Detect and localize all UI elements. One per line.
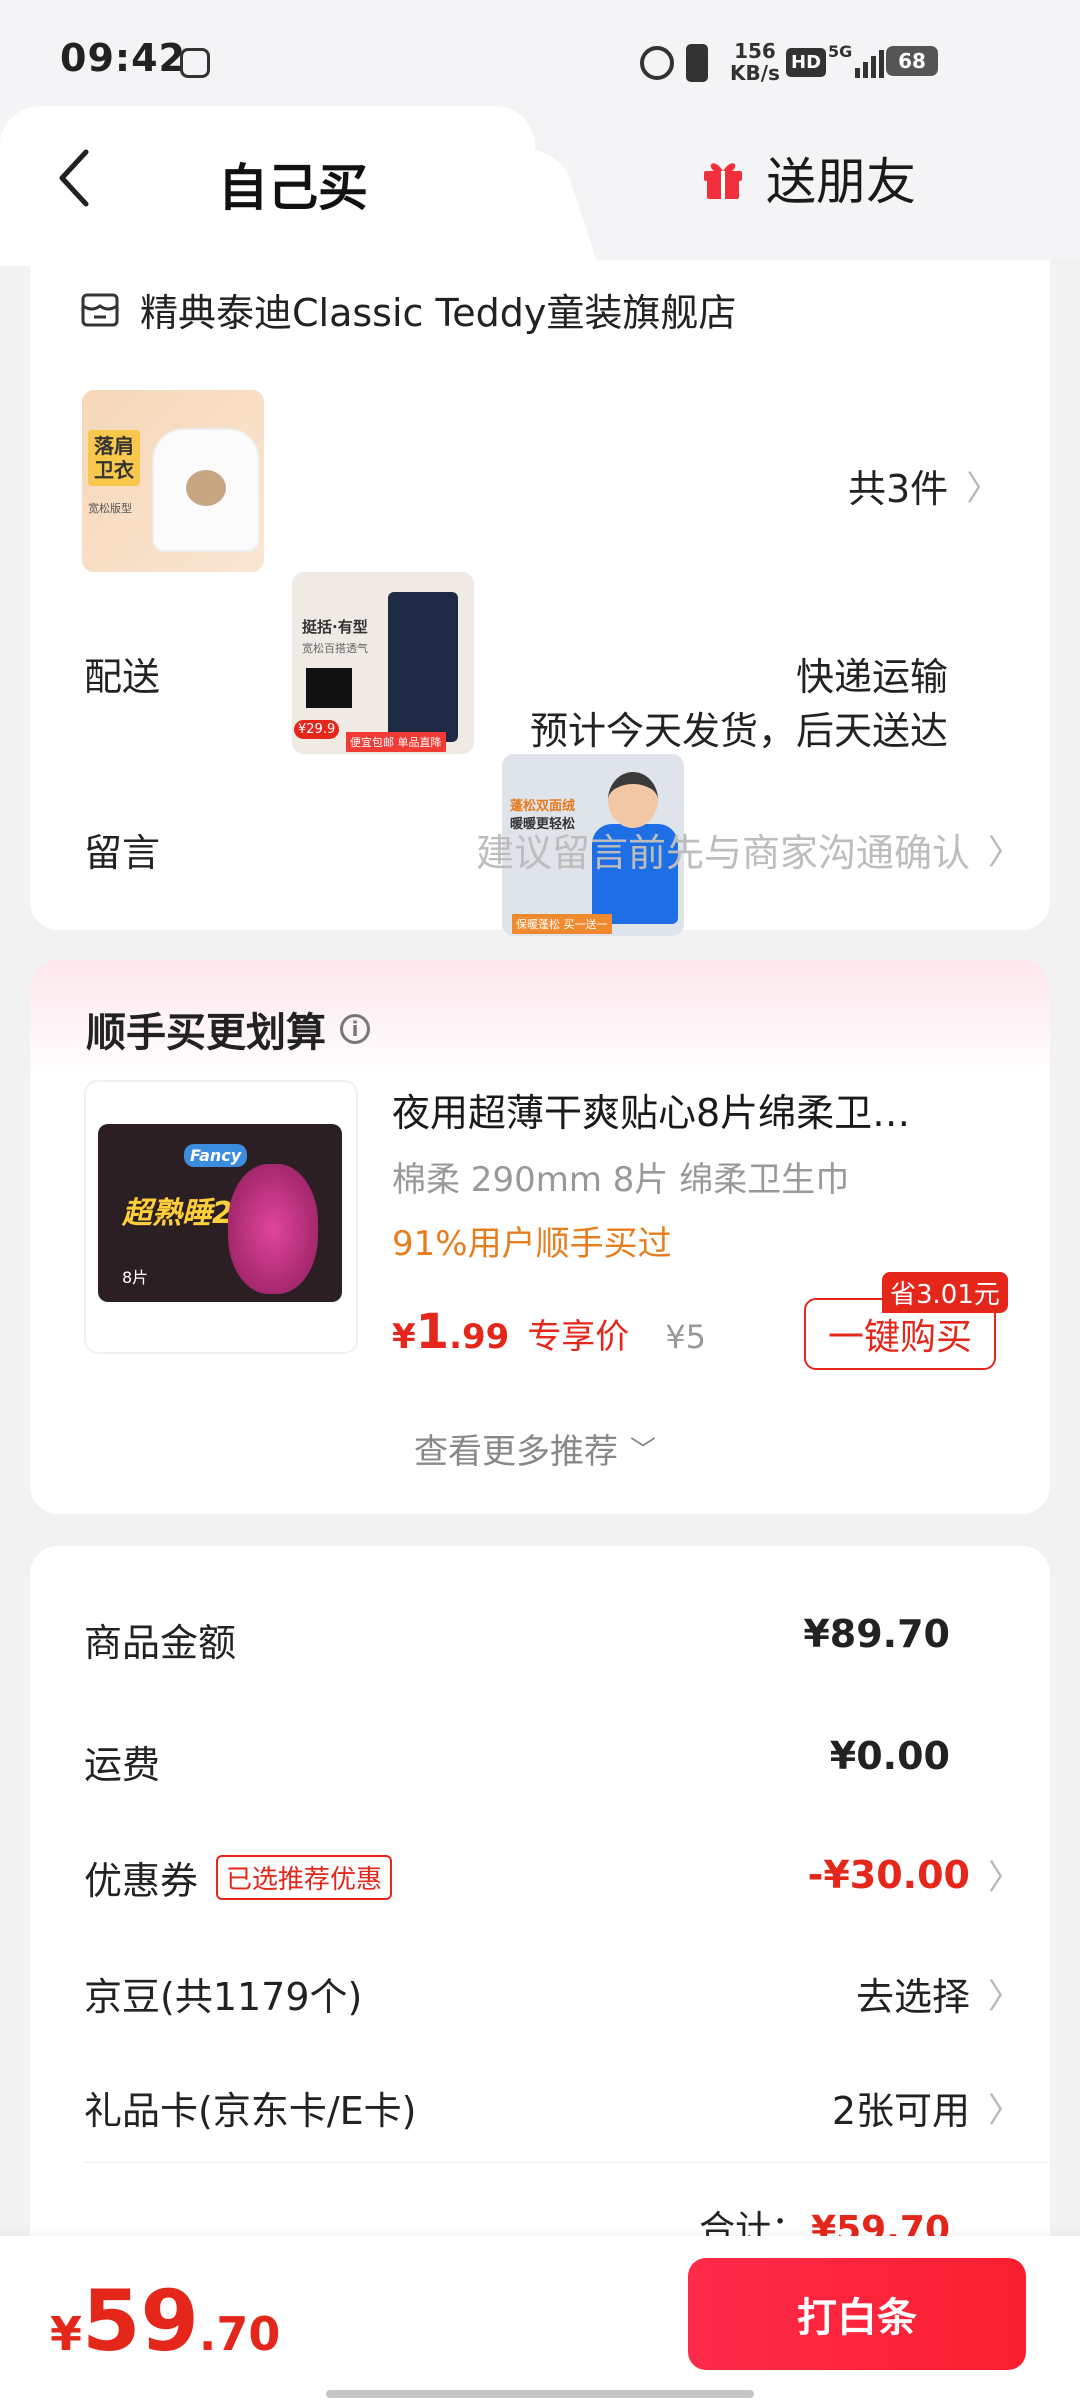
- child-head: [608, 772, 658, 828]
- chevron-down-icon: ﹀: [630, 1436, 657, 1466]
- jingdou-select[interactable]: 去选择 〉: [856, 1966, 1022, 2021]
- coupon-label: 优惠券: [84, 1859, 199, 1903]
- subtotal-value: ¥89.70: [803, 1612, 950, 1656]
- chevron-right-icon: 〉: [988, 833, 1022, 873]
- bottom-int: 59: [82, 2272, 199, 2370]
- thumb-2-banner: 便宜包邮 单品直降: [346, 732, 446, 752]
- pants-image: [388, 592, 458, 742]
- store-icon: [81, 293, 119, 326]
- back-button[interactable]: [56, 148, 96, 208]
- message-input[interactable]: 建议留言前先与商家沟通确认 〉: [476, 822, 1022, 877]
- addon-product-hint: 91%用户顺手买过: [392, 1224, 672, 1264]
- home-indicator[interactable]: [326, 2390, 754, 2398]
- chevron-right-icon: 〉: [988, 2091, 1022, 2131]
- subtotal-label: 商品金额: [84, 1621, 237, 1665]
- pad-image: [228, 1164, 318, 1294]
- net-speed: 156 KB/s: [730, 40, 780, 84]
- delivery-label: 配送: [84, 655, 161, 699]
- save-badge: 省3.01元: [882, 1272, 1008, 1313]
- price-int: 1: [415, 1304, 450, 1360]
- item-count-label: 共3件: [848, 467, 949, 511]
- chevron-right-icon: 〉: [988, 1977, 1022, 2017]
- tab-send-friend-label: 送朋友: [766, 153, 916, 211]
- more-recommendations-label: 查看更多推荐: [414, 1432, 618, 1472]
- back-arrow-icon: [59, 149, 89, 207]
- shipping-label: 运费: [84, 1743, 161, 1787]
- product-thumb-1[interactable]: 落肩 卫衣 宽松版型: [82, 390, 264, 572]
- alarm-icon: [640, 46, 674, 80]
- message-label: 留言: [84, 831, 161, 875]
- addon-product-title[interactable]: 夜用超薄干爽贴心8片绵柔卫…: [392, 1082, 910, 1137]
- giftcard-select[interactable]: 2张可用 〉: [832, 2080, 1022, 2135]
- store-header[interactable]: 精典泰迪Classic Teddy童装旗舰店: [80, 282, 736, 337]
- pad-count: 8片: [122, 1268, 149, 1287]
- giftcard-label: 礼品卡(京东卡/E卡): [84, 2089, 417, 2133]
- thumb-1-tag-line1: 落肩: [94, 434, 134, 458]
- gift-icon: [704, 163, 742, 199]
- signal-icon: 5G: [828, 42, 885, 78]
- addon-product-image[interactable]: Fancy 超熟睡290 8片: [84, 1080, 358, 1354]
- net-speed-value: 156: [734, 39, 776, 63]
- thumb-2-tag: 挺括·有型: [302, 618, 368, 636]
- tab-self-buy-label[interactable]: 自己买: [218, 148, 368, 220]
- message-placeholder: 建议留言前先与商家沟通确认: [475, 831, 970, 875]
- screenshot-icon: [180, 48, 210, 78]
- addon-title: 顺手买更划算: [86, 1010, 326, 1056]
- pad-brand: Fancy: [184, 1144, 248, 1167]
- delivery-method: 快递运输: [795, 655, 948, 699]
- jingdou-label: 京豆(共1179个): [84, 1975, 363, 2019]
- battery-icon: 68: [886, 46, 938, 76]
- bottom-symbol: ¥: [50, 2307, 83, 2361]
- jingdou-value: 去选择: [855, 1975, 970, 2019]
- price-dec: .99: [449, 1317, 510, 1357]
- thumb-1-tag: 落肩 卫衣: [88, 430, 140, 486]
- shipping-value: ¥0.00: [829, 1734, 950, 1778]
- thumb-2-price: ¥29.9: [294, 720, 340, 739]
- coupon-row-label: 优惠券 已选推荐优惠: [84, 1850, 393, 1905]
- thumb-1-sub: 宽松版型: [88, 502, 132, 515]
- thumb-1-tag-line2: 卫衣: [94, 458, 134, 482]
- more-recommendations[interactable]: 查看更多推荐 ﹀: [414, 1424, 656, 1473]
- vibrate-icon: [686, 44, 708, 82]
- bottom-dec: .70: [198, 2307, 281, 2361]
- coupon-value-row[interactable]: -¥30.00 〉: [808, 1850, 1022, 1899]
- coupon-badge: 已选推荐优惠: [216, 1855, 393, 1900]
- bottom-total: ¥ 59 .70: [50, 2272, 280, 2370]
- chevron-right-icon: 〉: [988, 1858, 1022, 1898]
- tab-send-friend[interactable]: 送朋友: [700, 148, 916, 211]
- status-time: 09:42: [60, 36, 186, 80]
- delivery-estimate: 预计今天发货，后天送达: [529, 709, 948, 753]
- addon-price-row: ¥ 1 .99 专享价 ¥5: [392, 1304, 706, 1360]
- addon-product-spec: 棉柔 290mm 8片 绵柔卫生巾: [392, 1160, 850, 1200]
- pad-package: Fancy 超熟睡290 8片: [98, 1124, 342, 1302]
- thumb-3-banner: 保暖蓬松 买一送一: [512, 914, 612, 934]
- coupon-value: -¥30.00: [807, 1852, 970, 1897]
- addon-title-row: 顺手买更划算 i: [86, 1000, 370, 1058]
- fabric-swatch: [306, 668, 352, 708]
- giftcard-value: 2张可用: [831, 2089, 970, 2133]
- hd-icon: HD: [786, 48, 827, 77]
- info-icon[interactable]: i: [340, 1014, 370, 1044]
- original-price: ¥5: [665, 1318, 707, 1356]
- price-label: 专享价: [527, 1317, 630, 1357]
- chevron-right-icon: 〉: [966, 469, 1001, 509]
- summary-divider: [84, 2162, 1050, 2163]
- thumb-2-sub: 宽松百搭透气: [302, 642, 368, 655]
- thumb-3-tag-line1: 蓬松双面绒: [510, 799, 576, 814]
- battery-level: 68: [898, 49, 926, 73]
- net-speed-unit: KB/s: [730, 61, 780, 85]
- store-name: 精典泰迪Classic Teddy童装旗舰店: [140, 291, 737, 335]
- item-count[interactable]: 共3件 〉: [848, 458, 1000, 513]
- product-thumb-2[interactable]: 挺括·有型 宽松百搭透气 ¥29.9 便宜包邮 单品直降: [292, 572, 474, 754]
- bear-print: [186, 470, 226, 506]
- signal-label: 5G: [828, 42, 853, 61]
- price-symbol: ¥: [392, 1317, 416, 1357]
- pay-button[interactable]: 打白条: [688, 2258, 1026, 2370]
